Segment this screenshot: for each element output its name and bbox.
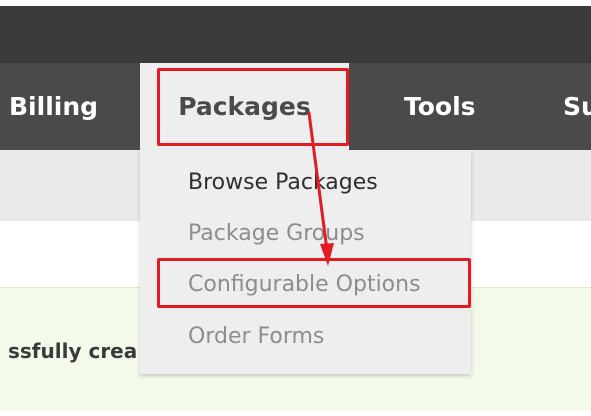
menu-item-package-groups[interactable]: Package Groups <box>188 221 365 246</box>
menu-item-configurable-options[interactable]: Configurable Options <box>188 272 421 297</box>
packages-dropdown-menu: Browse Packages Package Groups Configura… <box>140 150 471 374</box>
nav-item-billing[interactable]: Billing <box>9 63 98 150</box>
nav-item-tools-label: Tools <box>404 92 476 121</box>
nav-item-packages[interactable]: Packages <box>140 63 349 150</box>
nav-item-packages-label: Packages <box>178 92 311 121</box>
menu-item-order-forms[interactable]: Order Forms <box>188 324 324 349</box>
notice-bottom-edge <box>0 411 591 416</box>
top-edge <box>0 0 591 6</box>
nav-item-billing-label: Billing <box>9 92 99 121</box>
top-header <box>0 0 591 63</box>
menu-item-browse-packages[interactable]: Browse Packages <box>188 170 378 195</box>
nav-item-tools[interactable]: Tools <box>404 63 476 150</box>
success-notice-text: ssfully crea <box>8 339 138 363</box>
nav-item-support-label: Su <box>563 92 591 121</box>
screenshot-frame: Billing Packages Tools Su ssfully crea B… <box>0 0 591 416</box>
main-nav: Billing Packages Tools Su <box>0 63 591 150</box>
nav-item-support[interactable]: Su <box>563 63 591 150</box>
